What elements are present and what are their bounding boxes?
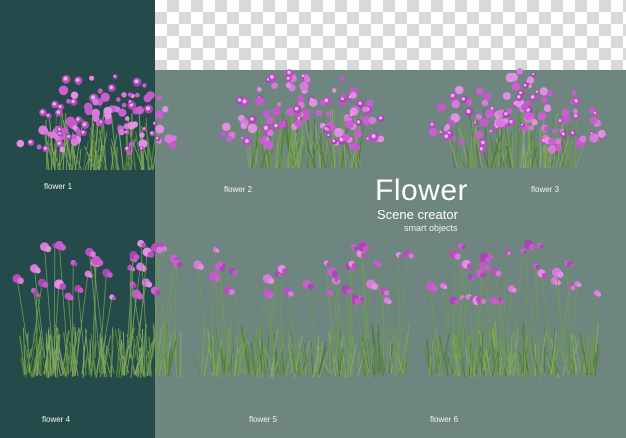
- subtitle-scene-creator: Scene creator: [377, 207, 458, 222]
- flower-2-plant: [220, 69, 385, 169]
- flower-3-plant: [428, 68, 607, 169]
- flower-5-label: flower 5: [249, 415, 278, 424]
- flower-1-plant: [16, 74, 177, 171]
- flower-6-plant: [422, 239, 602, 379]
- transparency-checkerboard: [155, 0, 626, 70]
- title-flower: Flower: [375, 174, 469, 207]
- flower-4-label: flower 4: [42, 415, 71, 424]
- subtitle-smart-objects: smart objects: [404, 223, 458, 233]
- flower-1-label: flower 1: [44, 182, 73, 191]
- flower-3-label: flower 3: [531, 185, 560, 194]
- artwork-canvas: flower 1 flower 2 flower 3 flower 4 flow…: [0, 0, 626, 438]
- flower-4-plant: [12, 239, 183, 379]
- flower-5-plant: [192, 240, 414, 379]
- flower-2-label: flower 2: [224, 185, 253, 194]
- flower-6-label: flower 6: [430, 415, 459, 424]
